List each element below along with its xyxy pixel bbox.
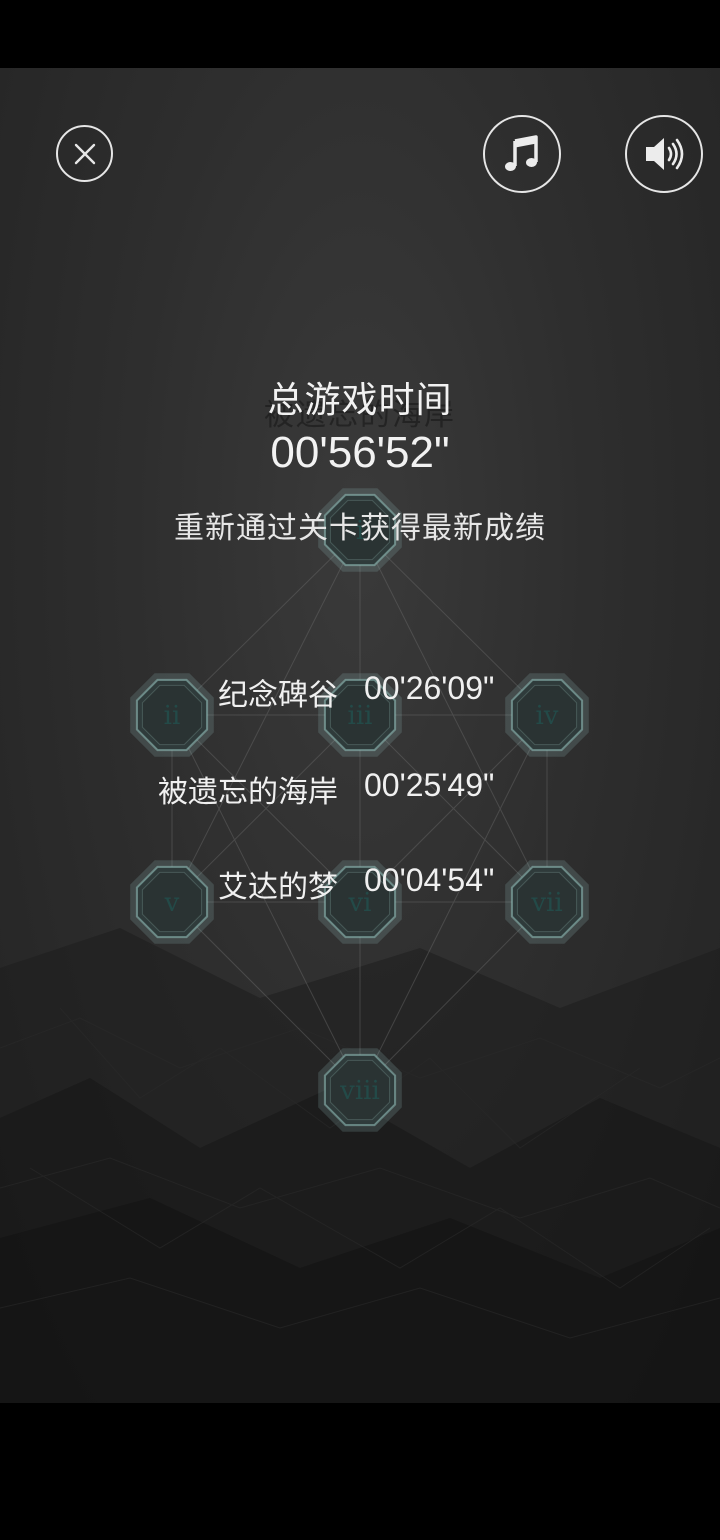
level-node-viii[interactable]: viii — [318, 1048, 402, 1132]
music-toggle-button[interactable] — [483, 115, 561, 193]
navigation-bar-area — [0, 1403, 720, 1540]
level-time: 00'04'54" — [364, 862, 495, 898]
level-time: 00'26'09" — [364, 670, 495, 706]
speaker-icon — [646, 138, 684, 170]
level-name: 被遗忘的海岸 — [158, 775, 338, 810]
level-record: 被遗忘的海岸 00'25'49" — [0, 767, 720, 811]
game-screen: i ii iii iv v vi vii viii 被遗忘的海岸 总游戏时间 00'56'52… — [0, 68, 720, 1403]
close-button[interactable] — [56, 125, 113, 182]
level-graph: iii iii ivv vi viiviii — [130, 488, 589, 1132]
level-record: 纪念碑谷 00'26'09" — [0, 670, 720, 714]
level-node-label: viii — [339, 1076, 380, 1106]
replay-hint: 重新通过关卡获得最新成绩 — [174, 511, 546, 546]
level-record: 艾达的梦 00'04'54" — [0, 862, 720, 906]
sound-toggle-button[interactable] — [625, 115, 703, 193]
music-note-icon — [505, 135, 538, 171]
close-icon — [74, 143, 95, 164]
level-time: 00'25'49" — [364, 767, 495, 803]
level-name: 纪念碑谷 — [218, 678, 338, 713]
total-playtime-label: 总游戏时间 — [267, 380, 453, 421]
total-playtime-value: 00'56'52" — [270, 428, 450, 477]
level-name: 艾达的梦 — [218, 870, 338, 905]
status-bar-area — [0, 0, 720, 68]
